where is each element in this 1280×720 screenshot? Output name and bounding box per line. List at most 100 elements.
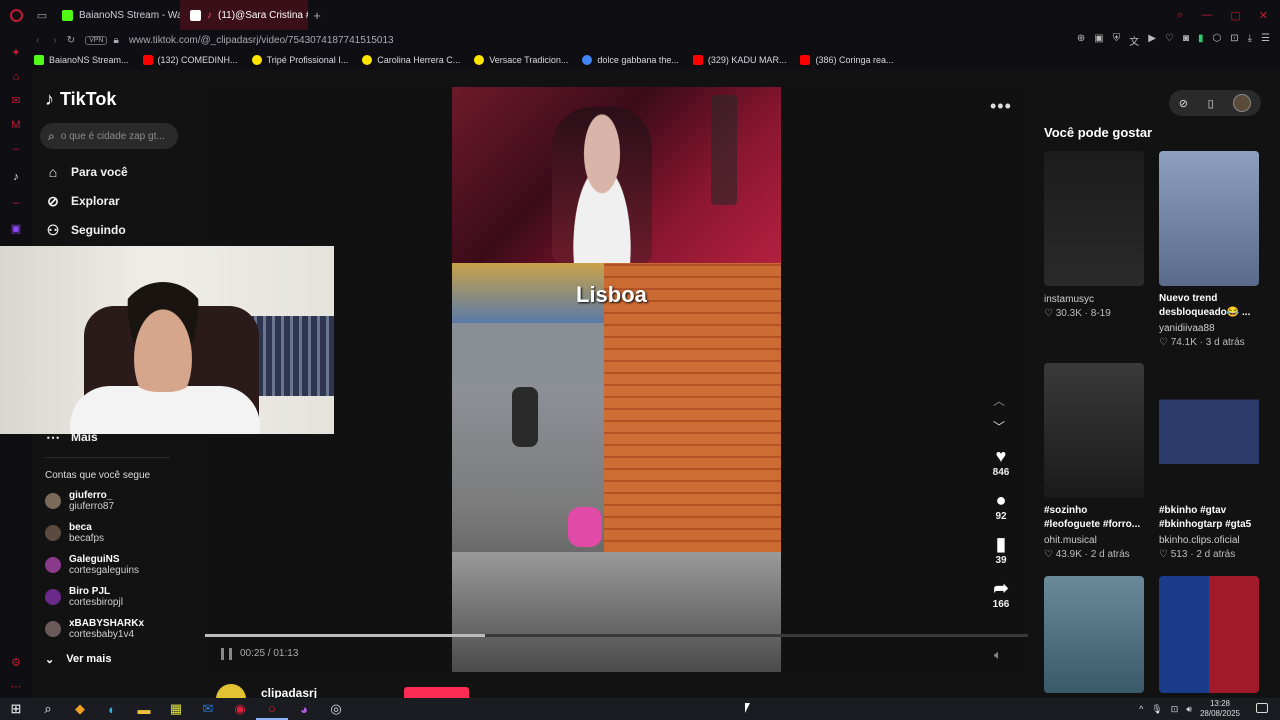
messenger-icon[interactable]: ✉ bbox=[9, 94, 23, 108]
chevron-down-icon[interactable]: ﹀ bbox=[993, 418, 1005, 435]
bookmark-item[interactable]: BaianoNS Stream... bbox=[34, 54, 129, 65]
bookmark-item[interactable]: dolce gabbana the... bbox=[582, 54, 679, 65]
comment-button[interactable]: ● 92 bbox=[985, 490, 1017, 522]
obs-icon[interactable]: ◎ bbox=[320, 698, 352, 720]
save-button[interactable]: ▮ 39 bbox=[985, 534, 1017, 566]
lock-icon[interactable]: 🔒︎ bbox=[113, 35, 118, 46]
following-account[interactable]: beca becafps bbox=[45, 522, 104, 544]
recommended-video[interactable]: instamusyc ♡ 30.3K · 8-19 bbox=[1044, 151, 1144, 319]
share-icon: ➦ bbox=[993, 578, 1009, 598]
opera-logo-icon[interactable] bbox=[0, 0, 32, 30]
bookmark-item[interactable]: Versace Tradicion... bbox=[474, 54, 568, 65]
store-icon[interactable]: ▦ bbox=[160, 698, 192, 720]
tab-menu-icon[interactable]: ▭ bbox=[32, 9, 52, 22]
pin-icon[interactable]: ⊕ bbox=[1077, 33, 1085, 48]
bookmark-item[interactable]: (386) Coringa rea... bbox=[800, 54, 894, 65]
profile-avatar[interactable] bbox=[1233, 94, 1252, 112]
recommended-video[interactable]: #bkinho #gtav #bkinhogtarp #gta5 bkinho.… bbox=[1159, 363, 1259, 560]
gmail-icon[interactable]: M bbox=[9, 118, 23, 132]
battery-icon[interactable]: ▮ bbox=[1198, 33, 1204, 48]
shield-icon[interactable]: ⛨ bbox=[1113, 33, 1121, 48]
recommended-video[interactable] bbox=[1159, 576, 1259, 693]
chevron-up-icon[interactable]: ^ bbox=[1139, 704, 1143, 714]
twitch-icon[interactable]: ▣ bbox=[9, 222, 23, 236]
snapshot-icon[interactable]: ⊡ bbox=[1230, 33, 1238, 48]
shop-icon[interactable]: ⌂ bbox=[9, 70, 23, 84]
outlook-icon[interactable]: ✉ bbox=[192, 698, 224, 720]
following-header: Contas que você segue bbox=[45, 470, 151, 481]
clock[interactable]: 13:28 28/08/2025 bbox=[1200, 699, 1240, 719]
following-account[interactable]: xBABYSHARKx cortesbaby1v4 bbox=[45, 618, 144, 640]
play-icon[interactable]: ▶ bbox=[1148, 33, 1156, 48]
app-icon[interactable]: ◕ bbox=[288, 698, 320, 720]
edge-icon[interactable]: ◐ bbox=[96, 698, 128, 720]
forward-button[interactable]: › bbox=[53, 35, 56, 46]
recommended-video[interactable] bbox=[1044, 576, 1144, 693]
opera-gx-icon[interactable]: ◉ bbox=[224, 698, 256, 720]
pause-icon[interactable] bbox=[221, 648, 232, 660]
following-account[interactable]: GaleguiNS cortesgaleguins bbox=[45, 554, 139, 576]
webcam-overlay bbox=[0, 246, 334, 434]
shop-favicon-icon bbox=[474, 54, 485, 65]
maximize-button[interactable]: ▢ bbox=[1230, 9, 1240, 22]
screenshot-icon[interactable]: ▣ bbox=[1094, 33, 1103, 48]
reload-button[interactable]: ↻ bbox=[67, 35, 75, 46]
ai-icon[interactable]: ✦ bbox=[9, 46, 23, 60]
nav-following[interactable]: ⚇ Seguindo bbox=[45, 222, 126, 238]
device-icon[interactable]: ▯ bbox=[1208, 97, 1214, 110]
nav-for-you[interactable]: ⌂ Para você bbox=[45, 164, 128, 180]
camera-icon[interactable]: ◙ bbox=[1183, 33, 1189, 48]
bookmark-item[interactable]: (132) COMEDINH... bbox=[142, 54, 238, 65]
vpn-badge[interactable]: VPN bbox=[85, 35, 108, 45]
download-icon[interactable]: ⤓ bbox=[1248, 33, 1252, 48]
recommended-video[interactable]: Nuevo trend desbloqueado😂 ... yanidiivaa… bbox=[1159, 151, 1259, 348]
back-button[interactable]: ‹ bbox=[36, 35, 39, 46]
bookmark-item[interactable]: Carolina Herrera C... bbox=[362, 54, 460, 65]
copilot-icon[interactable]: ◆ bbox=[64, 698, 96, 720]
audio-playing-icon[interactable]: ♪ bbox=[207, 10, 212, 21]
url-field[interactable]: www.tiktok.com/@_clipadasrj/video/754307… bbox=[129, 35, 394, 46]
stats: ♡ 74.1K · 3 d atrás bbox=[1159, 337, 1245, 348]
nav-explore[interactable]: ⊘ Explorar bbox=[45, 193, 120, 209]
video-time: 00:25 / 01:13 bbox=[240, 648, 299, 659]
search-input[interactable]: ⌕ o que é cidade zap gt... bbox=[40, 123, 178, 149]
more-icon[interactable]: ⋯ bbox=[9, 680, 23, 694]
youtube-favicon-icon bbox=[692, 54, 703, 65]
microphone-icon[interactable]: 🎙︎ bbox=[1151, 704, 1162, 715]
bookmark-item[interactable]: Tripé Profissional I... bbox=[251, 54, 348, 65]
more-options-icon[interactable]: ••• bbox=[990, 96, 1012, 117]
bookmark-item[interactable]: (329) KADU MAR... bbox=[692, 54, 786, 65]
windows-start-icon[interactable]: ⊞ bbox=[0, 698, 32, 720]
new-tab-button[interactable]: + bbox=[308, 8, 326, 23]
see-more-button[interactable]: ⌄ Ver mais bbox=[45, 653, 111, 666]
volume-icon[interactable]: 🔈︎ bbox=[994, 647, 1002, 663]
upload-icon[interactable]: ⊘ bbox=[1179, 97, 1188, 110]
speaker-icon[interactable]: 🔊︎ bbox=[1186, 704, 1192, 715]
close-button[interactable]: ✕ bbox=[1259, 9, 1268, 22]
menu-icon[interactable]: ☰ bbox=[1261, 33, 1270, 48]
minimize-button[interactable]: — bbox=[1201, 9, 1212, 22]
like-button[interactable]: ♥ 846 bbox=[985, 446, 1017, 478]
following-account[interactable]: Biro PJL cortesbiropjl bbox=[45, 586, 123, 608]
tab-tiktok[interactable]: ♪ (11)@Sara Cristina # bbox=[180, 0, 308, 30]
tiktok-logo[interactable]: ♪ TikTok bbox=[45, 89, 116, 110]
opera-icon[interactable]: ○ bbox=[256, 698, 288, 720]
video-player[interactable]: Lisboa bbox=[452, 87, 781, 672]
network-icon[interactable]: ⊡ bbox=[1171, 704, 1179, 715]
tab-baianons[interactable]: BaianoNS Stream - Watch bbox=[52, 0, 180, 30]
following-account[interactable]: giuferro_ giuferro87 bbox=[45, 490, 114, 512]
extensions-icon[interactable]: ⬡ bbox=[1212, 33, 1221, 48]
chevron-up-icon[interactable]: ︿ bbox=[993, 392, 1005, 409]
heart-icon[interactable]: ♡ bbox=[1165, 33, 1174, 48]
settings-icon[interactable]: ⚙ bbox=[9, 656, 23, 670]
share-button[interactable]: ➦ 166 bbox=[985, 578, 1017, 610]
search-tabs-icon[interactable]: ⌕ bbox=[1177, 9, 1183, 22]
tiktok-favicon-icon bbox=[190, 9, 201, 21]
file-explorer-icon[interactable]: ▬ bbox=[128, 698, 160, 720]
tiktok-sidebar-icon[interactable]: ♪ bbox=[9, 170, 23, 184]
translate-icon[interactable]: 文 bbox=[1129, 33, 1139, 48]
notifications-icon[interactable] bbox=[1256, 703, 1268, 713]
search-icon[interactable]: ⌕ bbox=[32, 698, 64, 720]
youtube-favicon-icon bbox=[800, 54, 811, 65]
recommended-video[interactable]: #sozinho #leofoguete #forro... ohit.musi… bbox=[1044, 363, 1144, 560]
